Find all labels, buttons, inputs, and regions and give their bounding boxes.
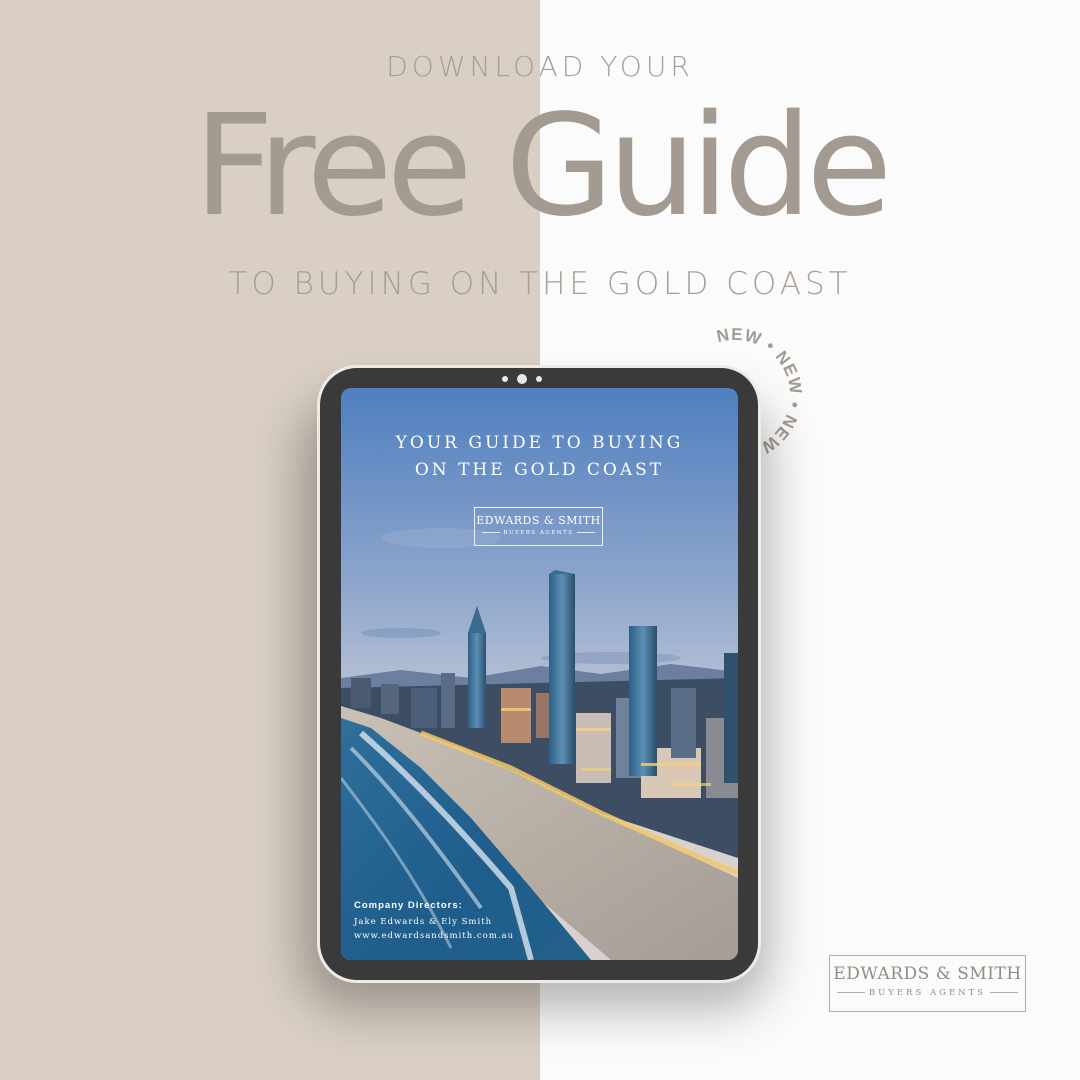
guide-cover-logo-name: EDWARDS & SMITH: [476, 514, 601, 527]
header-pre-title: DOWNLOAD YOUR: [386, 50, 694, 83]
brand-logo-tagline-row: BUYERS AGENTS: [830, 988, 1025, 998]
camera-lens-icon: [517, 374, 527, 384]
guide-cover-logo-tagline-row: BUYERS AGENTS: [475, 530, 602, 536]
camera-dot-icon: [536, 376, 542, 382]
guide-cover-title-line-1: YOUR GUIDE TO BUYING: [395, 433, 684, 453]
tablet-camera: [500, 374, 544, 384]
footer-directors: Jake Edwards & Ely Smith: [354, 917, 493, 927]
divider: [576, 532, 595, 533]
guide-cover-logo-tagline: BUYERS AGENTS: [503, 530, 574, 536]
divider: [990, 992, 1019, 993]
guide-cover-logo: EDWARDS & SMITH BUYERS AGENTS: [474, 507, 603, 546]
tablet-screen: YOUR GUIDE TO BUYING ON THE GOLD COAST E…: [341, 388, 738, 960]
camera-dot-icon: [502, 376, 508, 382]
brand-logo-tagline: BUYERS AGENTS: [868, 988, 987, 998]
divider: [836, 992, 865, 993]
brand-logo-name: EDWARDS & SMITH: [833, 964, 1022, 984]
brand-logo: EDWARDS & SMITH BUYERS AGENTS: [829, 955, 1026, 1012]
header-subtitle: TO BUYING ON THE GOLD COAST: [228, 266, 852, 302]
footer-heading: Company Directors:: [354, 900, 463, 911]
guide-cover-title-line-2: ON THE GOLD COAST: [414, 460, 665, 480]
guide-cover-footer: Company Directors: Jake Edwards & Ely Sm…: [354, 900, 514, 941]
header-title: Free Guide: [193, 85, 893, 248]
footer-website: www.edwardsandsmith.com.au: [354, 931, 515, 941]
divider: [482, 532, 501, 533]
guide-cover-title: YOUR GUIDE TO BUYING ON THE GOLD COAST: [341, 430, 738, 484]
